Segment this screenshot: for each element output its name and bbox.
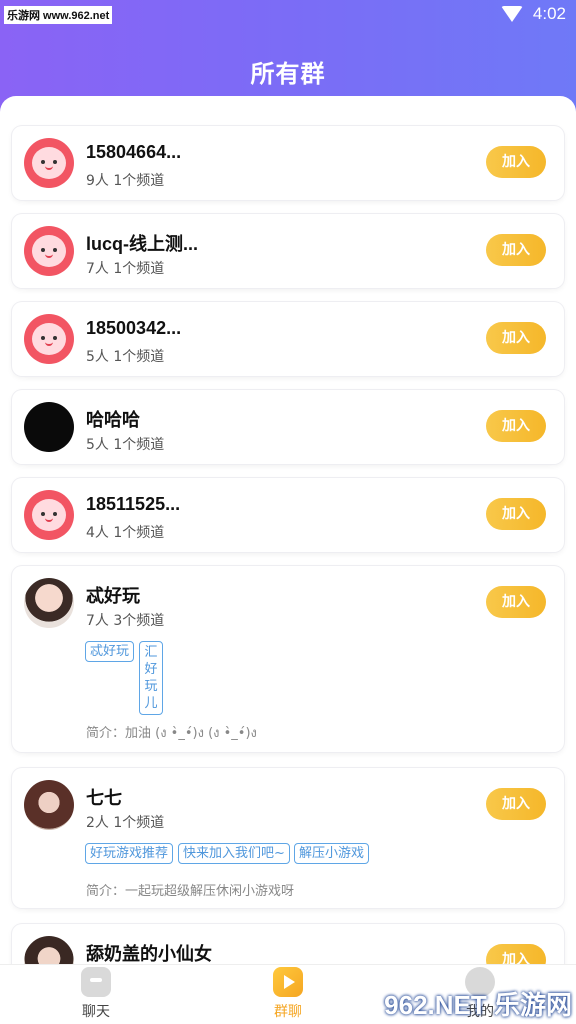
group-tag: 忒好玩 (85, 641, 135, 662)
bottom-tab-bar: 聊天 群聊 我的 962.NET 乐游网 (0, 964, 576, 1024)
photo-avatar (24, 780, 74, 830)
watermark-top: 乐游网 www.962.net (4, 6, 113, 24)
photo-avatar (24, 578, 74, 628)
status-time: 4:02 (532, 4, 566, 23)
group-meta: 2人 1个频道 (86, 815, 165, 831)
group-meta: 4人 1个频道 (86, 525, 165, 541)
group-intro: 简介：一起玩超级解压休闲小游戏呀 (86, 884, 295, 899)
group-card[interactable]: 七七 2人 1个频道 加入 好玩游戏推荐 快来加入我们吧~ 解压小游戏 简介：一… (12, 768, 564, 908)
chat-icon (81, 967, 111, 997)
group-card[interactable]: 忒好玩 7人 3个频道 加入 忒好玩 汇好玩儿 简介：加油 (ง •̀_•́)ง… (12, 566, 564, 752)
group-card[interactable]: 18500342... 5人 1个频道 加入 (12, 302, 564, 376)
join-button[interactable]: 加入 (486, 944, 546, 964)
pink-face-icon (24, 314, 74, 364)
join-button[interactable]: 加入 (486, 322, 546, 354)
group-card[interactable]: 18511525... 4人 1个频道 加入 (12, 478, 564, 552)
tab-group-chat[interactable]: 群聊 (238, 965, 338, 1024)
join-button[interactable]: 加入 (486, 410, 546, 442)
group-card[interactable]: 15804664... 9人 1个频道 加入 (12, 126, 564, 200)
join-button[interactable]: 加入 (486, 586, 546, 618)
group-intro: 简介：加油 (ง •̀_•́)ง (ง •̀_•́)ง (86, 726, 257, 741)
group-meta: 5人 1个频道 (86, 437, 165, 453)
group-list[interactable]: 15804664... 9人 1个频道 加入 lucq-线上测... 7人 1个… (0, 96, 576, 964)
group-name: 哈哈哈 (86, 410, 140, 430)
pink-face-icon (24, 138, 74, 188)
group-name: 18500342... (86, 318, 182, 338)
join-button[interactable]: 加入 (486, 498, 546, 530)
page-title: 所有群 (250, 60, 326, 88)
group-tag: 好玩游戏推荐 (85, 843, 174, 864)
group-name: 18511525... (86, 494, 181, 514)
black-avatar (24, 402, 74, 452)
group-card[interactable]: 舔奶盖的小仙女 加入 (12, 924, 564, 964)
group-tag: 汇好玩儿 (139, 641, 163, 715)
wifi-icon (500, 6, 523, 22)
group-meta: 7人 3个频道 (86, 613, 165, 629)
tab-label: 聊天 (82, 1004, 110, 1020)
status-icons: 4:02 (500, 4, 566, 24)
watermark-bottom: 962.NET 乐游网 (384, 990, 572, 1020)
group-tag: 解压小游戏 (294, 843, 370, 864)
group-card[interactable]: 哈哈哈 5人 1个频道 加入 (12, 390, 564, 464)
group-name: 15804664... (86, 142, 182, 162)
join-button[interactable]: 加入 (486, 146, 546, 178)
tab-chat[interactable]: 聊天 (46, 965, 146, 1024)
group-card[interactable]: lucq-线上测... 7人 1个频道 加入 (12, 214, 564, 288)
group-tag: 快来加入我们吧~ (178, 843, 290, 864)
group-meta: 7人 1个频道 (86, 261, 165, 277)
pink-face-icon (24, 226, 74, 276)
status-bar: 乐游网 www.962.net 4:02 (0, 0, 576, 30)
photo-avatar (24, 936, 74, 964)
group-name: 忒好玩 (86, 586, 140, 606)
group-name: 舔奶盖的小仙女 (86, 944, 212, 964)
tab-label: 群聊 (274, 1004, 302, 1020)
group-name: 七七 (86, 788, 122, 808)
group-meta: 9人 1个频道 (86, 173, 165, 189)
group-name: lucq-线上测... (86, 234, 198, 254)
join-button[interactable]: 加入 (486, 234, 546, 266)
join-button[interactable]: 加入 (486, 788, 546, 820)
group-chat-icon (273, 967, 303, 997)
group-meta: 5人 1个频道 (86, 349, 165, 365)
pink-face-icon (24, 490, 74, 540)
